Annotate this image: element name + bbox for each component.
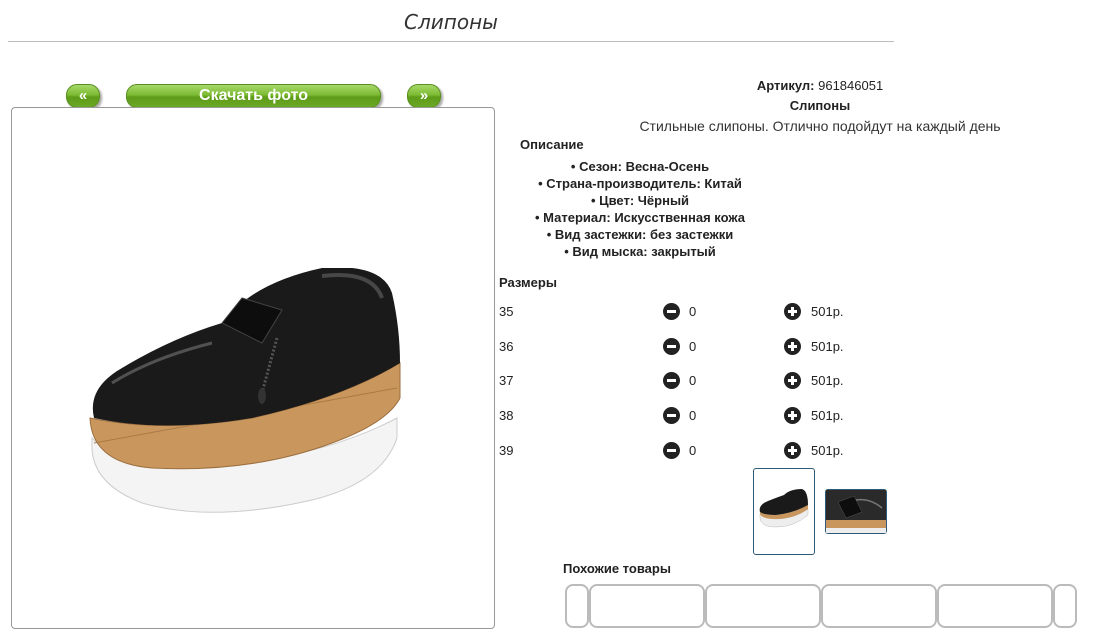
minus-icon[interactable]: [663, 442, 680, 459]
download-photo-button[interactable]: Скачать фото: [126, 84, 381, 108]
prev-photo-button[interactable]: «: [66, 84, 100, 108]
size-row: 37 0 501р.: [499, 371, 899, 391]
size-quantity: 0: [689, 373, 697, 388]
next-photo-button[interactable]: »: [407, 84, 441, 108]
description-heading: Описание: [520, 137, 584, 152]
size-price: 501р.: [811, 339, 844, 354]
feature-item: Вид мыска: закрытый: [500, 243, 780, 260]
similar-product-card[interactable]: [565, 584, 589, 628]
size-label: 39: [499, 443, 514, 458]
similar-products-heading: Похожие товары: [563, 561, 671, 576]
similar-product-card[interactable]: [821, 584, 937, 628]
sizes-heading: Размеры: [499, 275, 557, 290]
page-title: Слипоны: [404, 10, 498, 34]
size-price: 501р.: [811, 408, 844, 423]
sku-line: Артикул: 961846051: [500, 78, 1093, 93]
size-price: 501р.: [811, 304, 844, 319]
product-photo: [11, 107, 495, 629]
minus-icon[interactable]: [663, 372, 680, 389]
size-label: 35: [499, 304, 514, 319]
size-label: 37: [499, 373, 514, 388]
feature-item: Сезон: Весна-Осень: [500, 158, 780, 175]
size-quantity: 0: [689, 408, 697, 423]
feature-list: Сезон: Весна-Осень Страна-производитель:…: [500, 158, 780, 260]
similar-product-card[interactable]: [589, 584, 705, 628]
similar-product-card[interactable]: [937, 584, 1053, 628]
shoe-thumbnail-image: [759, 489, 809, 528]
plus-icon[interactable]: [784, 407, 801, 424]
minus-icon[interactable]: [663, 303, 680, 320]
plus-icon[interactable]: [784, 303, 801, 320]
size-row: 38 0 501р.: [499, 406, 899, 426]
feature-item: Цвет: Чёрный: [500, 192, 780, 209]
size-quantity: 0: [689, 304, 697, 319]
plus-icon[interactable]: [784, 372, 801, 389]
size-row: 35 0 501р.: [499, 302, 899, 322]
sku-label: Артикул:: [756, 78, 815, 93]
shoe-image: [89, 268, 401, 513]
feature-item: Страна-производитель: Китай: [500, 175, 780, 192]
product-name: Слипоны: [789, 98, 851, 113]
minus-icon[interactable]: [663, 338, 680, 355]
product-description: Стильные слипоны. Отлично подойдут на ка…: [639, 118, 1001, 134]
minus-icon[interactable]: [663, 407, 680, 424]
feature-item: Материал: Искусственная кожа: [500, 209, 780, 226]
size-price: 501р.: [811, 443, 844, 458]
plus-icon[interactable]: [784, 442, 801, 459]
photo-thumbnail[interactable]: [825, 489, 887, 534]
size-quantity: 0: [689, 443, 697, 458]
plus-icon[interactable]: [784, 338, 801, 355]
size-quantity: 0: [689, 339, 697, 354]
shoe-detail-thumbnail-image: [826, 490, 886, 533]
feature-item: Вид застежки: без застежки: [500, 226, 780, 243]
title-divider: [8, 41, 894, 42]
size-label: 38: [499, 408, 514, 423]
size-row: 36 0 501р.: [499, 337, 899, 357]
photo-thumbnail[interactable]: [753, 468, 815, 555]
size-row: 39 0 501р.: [499, 441, 899, 461]
similar-product-card[interactable]: [1053, 584, 1077, 628]
size-price: 501р.: [811, 373, 844, 388]
size-label: 36: [499, 339, 514, 354]
sku-value: 961846051: [818, 78, 884, 93]
similar-product-card[interactable]: [705, 584, 821, 628]
